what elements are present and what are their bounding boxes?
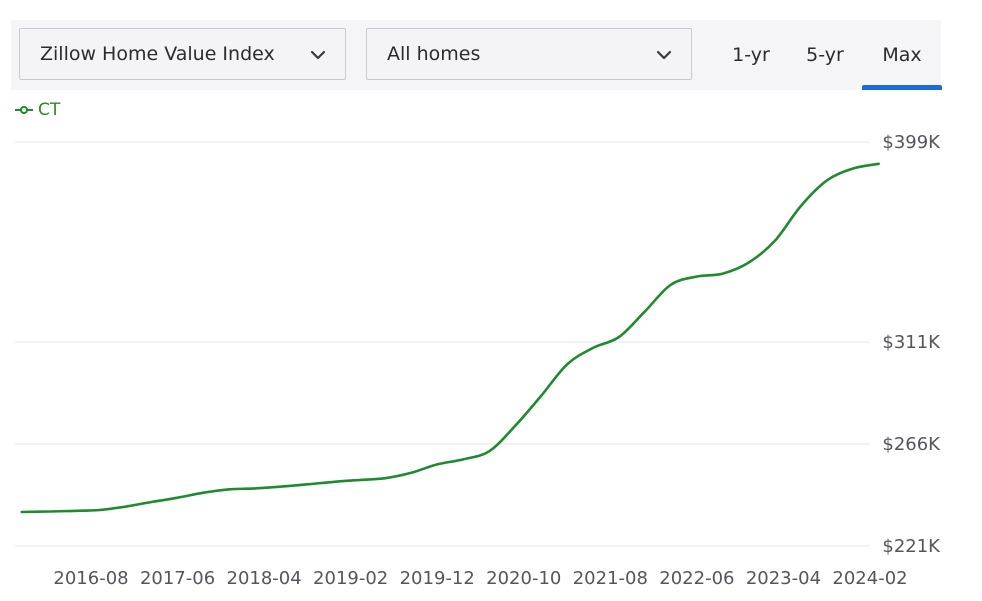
chart-grid	[15, 141, 870, 547]
x-tick-label: 2018-04	[227, 568, 302, 589]
x-tick-label: 2017-06	[140, 568, 215, 589]
y-tick-label: $221K	[882, 536, 941, 557]
x-tick-label: 2019-02	[313, 568, 388, 589]
x-tick-label: 2020-10	[486, 568, 561, 589]
x-tick-label: 2022-06	[659, 568, 734, 589]
y-tick-label: $399K	[882, 132, 941, 153]
x-tick-label: 2016-08	[53, 568, 128, 589]
y-tick-label: $266K	[882, 434, 941, 455]
y-axis-ticks: $221K $266K $311K $399K	[882, 132, 941, 557]
home-value-chart: $221K $266K $311K $399K 2016-08 2017-06 2018-…	[15, 132, 941, 589]
y-tick-label: $311K	[882, 332, 941, 353]
x-tick-label: 2024-02	[832, 568, 907, 589]
x-tick-label: 2023-04	[746, 568, 821, 589]
x-tick-label: 2019-12	[400, 568, 475, 589]
series-line-ct[interactable]	[20, 162, 880, 514]
x-axis-ticks: 2016-08 2017-06 2018-04 2019-02 2019-12 2020-…	[53, 568, 907, 589]
x-tick-label: 2021-08	[573, 568, 648, 589]
